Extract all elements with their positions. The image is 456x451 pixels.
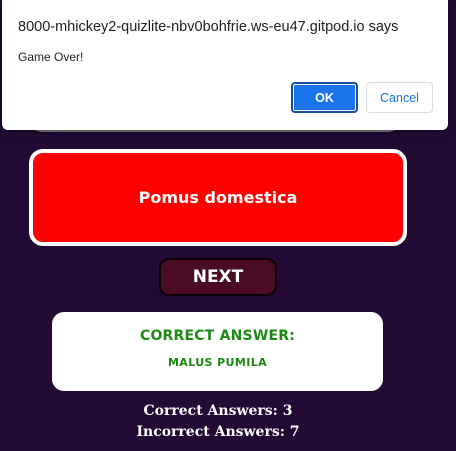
ok-button[interactable]: OK bbox=[291, 82, 358, 113]
answer-option-selected-wrong[interactable]: Pomus domestica bbox=[29, 149, 407, 246]
correct-answer-card: CORRECT ANSWER: MALUS PUMILA bbox=[52, 312, 383, 391]
dialog-origin-text: 8000-mhickey2-quizlite-nbv0bohfrie.ws-eu… bbox=[18, 19, 399, 35]
cancel-button[interactable]: Cancel bbox=[366, 82, 433, 113]
answer-option-label: Pomus domestica bbox=[138, 188, 298, 207]
correct-answer-value: MALUS PUMILA bbox=[167, 356, 268, 369]
correct-answer-heading: CORRECT ANSWER: bbox=[139, 328, 296, 344]
next-button-label: NEXT bbox=[192, 267, 244, 287]
next-button[interactable]: NEXT bbox=[159, 258, 277, 296]
dialog-message: Game Over! bbox=[18, 50, 84, 64]
correct-answers-count: Correct Answers: 3 bbox=[143, 403, 293, 419]
alert-dialog: 8000-mhickey2-quizlite-nbv0bohfrie.ws-eu… bbox=[2, 0, 448, 130]
incorrect-answers-count: Incorrect Answers: 7 bbox=[136, 424, 300, 440]
